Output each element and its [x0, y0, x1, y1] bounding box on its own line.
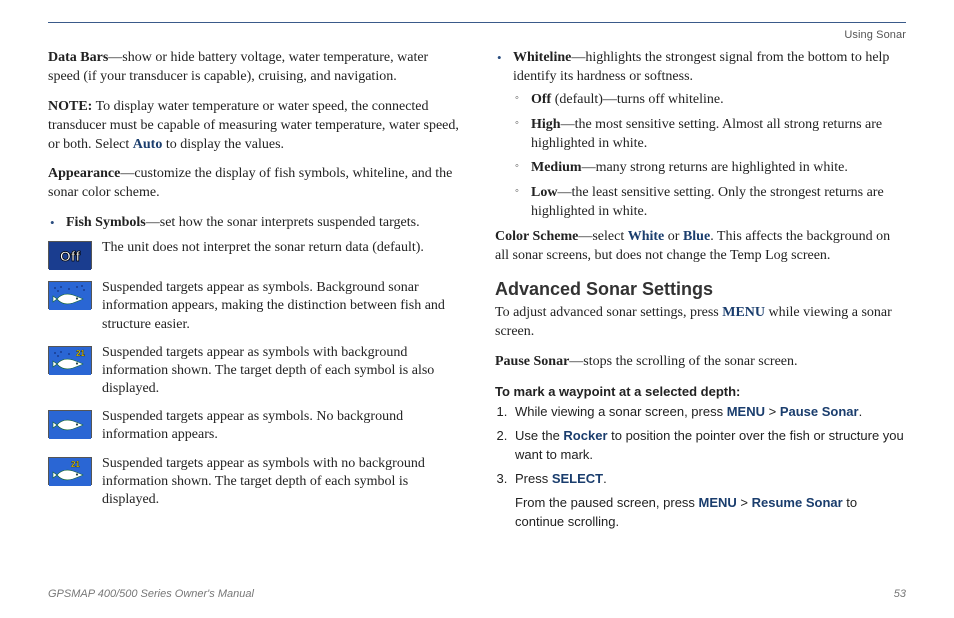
wl-medium-label: Medium	[531, 160, 582, 175]
page-footer: GPSMAP 400/500 Series Owner's Manual 53	[48, 588, 906, 600]
running-header: Using Sonar	[48, 29, 906, 41]
s1-post: .	[859, 404, 863, 419]
wl-medium-tail: —many strong returns are highlighted in …	[582, 160, 848, 175]
fish-symbol-table: Off The unit does not interpret the sona…	[48, 239, 459, 509]
fish-text-off: The unit does not interpret the sonar re…	[102, 239, 459, 257]
adv-pre: To adjust advanced sonar settings, press	[495, 305, 722, 320]
svg-text:21: 21	[76, 349, 85, 358]
svg-text:Off: Off	[60, 248, 81, 264]
s1-menu: MENU	[727, 404, 765, 419]
steps-list: While viewing a sonar screen, press MENU…	[511, 403, 906, 488]
resume-gt: >	[737, 495, 752, 510]
fish-icon-symbol-bg	[48, 281, 92, 309]
wl-off-label: Off	[531, 92, 551, 107]
resume-label: Resume Sonar	[752, 495, 843, 510]
fish-row-symbol-only: Suspended targets appear as symbols. No …	[48, 408, 459, 444]
advanced-settings-heading: Advanced Sonar Settings	[495, 277, 906, 301]
resume-note: From the paused screen, press MENU > Res…	[515, 494, 906, 532]
fish-symbols-item: Fish Symbols—set how the sonar interpret…	[48, 214, 459, 233]
column-left: Data Bars—show or hide battery voltage, …	[48, 49, 459, 549]
fish-row-symbol-bg: Suspended targets appear as symbols. Bac…	[48, 279, 459, 334]
resume-menu: MENU	[699, 495, 737, 510]
whiteline-label: Whiteline	[513, 50, 571, 65]
s2-rocker: Rocker	[563, 428, 607, 443]
note-paragraph: NOTE: To display water temperature or wa…	[48, 98, 459, 155]
whiteline-options: Off (default)—turns off whiteline. High—…	[513, 91, 906, 222]
s2-pre: Use the	[515, 428, 563, 443]
step-1: While viewing a sonar screen, press MENU…	[511, 403, 906, 422]
fish-text-symbol-bg: Suspended targets appear as symbols. Bac…	[102, 279, 459, 334]
fish-row-symbol-depth: 21 Suspended targets appear as symbols w…	[48, 455, 459, 510]
svg-text:21: 21	[71, 460, 80, 469]
step-3: Press SELECT.	[511, 470, 906, 489]
data-bars-paragraph: Data Bars—show or hide battery voltage, …	[48, 49, 459, 87]
s1-gt: >	[765, 404, 780, 419]
color-scheme-pre: —select	[578, 229, 627, 244]
whiteline-medium: Medium—many strong returns are highlight…	[513, 159, 906, 178]
whiteline-high: High—the most sensitive setting. Almost …	[513, 116, 906, 154]
wl-high-label: High	[531, 117, 561, 132]
color-scheme-label: Color Scheme	[495, 229, 578, 244]
whiteline-low: Low—the least sensitive setting. Only th…	[513, 184, 906, 222]
color-scheme-paragraph: Color Scheme—select White or Blue. This …	[495, 228, 906, 266]
manual-title: GPSMAP 400/500 Series Owner's Manual	[48, 588, 254, 600]
wl-high-tail: —the most sensitive setting. Almost all …	[531, 117, 882, 151]
whiteline-item: Whiteline—highlights the strongest signa…	[495, 49, 906, 222]
two-column-layout: Data Bars—show or hide battery voltage, …	[48, 49, 906, 549]
appearance-label: Appearance	[48, 166, 120, 181]
data-bars-label: Data Bars	[48, 50, 108, 65]
fish-text-symbol-only: Suspended targets appear as symbols. No …	[102, 408, 459, 444]
fish-icon-off: Off	[48, 241, 92, 269]
wl-low-tail: —the least sensitive setting. Only the s…	[531, 185, 884, 219]
note-tail: to display the values.	[162, 137, 284, 152]
column-right: Whiteline—highlights the strongest signa…	[495, 49, 906, 549]
fish-icon-symbol-depth: 21	[48, 457, 92, 485]
fish-row-symbol-bg-depth: 21 Suspended targets appear as symbols w…	[48, 344, 459, 399]
fish-symbols-text: —set how the sonar interprets suspended …	[146, 215, 420, 230]
color-blue: Blue	[683, 229, 710, 244]
whiteline-off: Off (default)—turns off whiteline.	[513, 91, 906, 110]
page-number: 53	[894, 588, 906, 600]
s1-pre: While viewing a sonar screen, press	[515, 404, 727, 419]
whiteline-bullet: Whiteline—highlights the strongest signa…	[495, 49, 906, 222]
adv-menu: MENU	[722, 305, 765, 320]
fish-text-symbol-depth: Suspended targets appear as symbols with…	[102, 455, 459, 510]
fish-symbols-label: Fish Symbols	[66, 215, 146, 230]
s3-select: SELECT	[552, 471, 603, 486]
pause-sonar-text: —stops the scrolling of the sonar screen…	[569, 354, 797, 369]
fish-text-symbol-bg-depth: Suspended targets appear as symbols with…	[102, 344, 459, 399]
step-2: Use the Rocker to position the pointer o…	[511, 427, 906, 465]
pause-sonar-label: Pause Sonar	[495, 354, 569, 369]
header-rule	[48, 22, 906, 23]
s3-pre: Press	[515, 471, 552, 486]
note-label: NOTE:	[48, 99, 92, 114]
auto-keyword: Auto	[133, 137, 163, 152]
fish-icon-symbol-only	[48, 410, 92, 438]
manual-page: Using Sonar Data Bars—show or hide batte…	[0, 0, 954, 618]
advanced-text: To adjust advanced sonar settings, press…	[495, 304, 906, 342]
s3-post: .	[603, 471, 607, 486]
wl-off-tail: (default)—turns off whiteline.	[551, 92, 723, 107]
mark-waypoint-subhead: To mark a waypoint at a selected depth:	[495, 383, 906, 401]
fish-row-off: Off The unit does not interpret the sona…	[48, 239, 459, 269]
color-white: White	[628, 229, 665, 244]
s1-pause: Pause Sonar	[780, 404, 859, 419]
appearance-paragraph: Appearance—customize the display of fish…	[48, 165, 459, 203]
pause-sonar-paragraph: Pause Sonar—stops the scrolling of the s…	[495, 353, 906, 372]
fish-icon-symbol-bg-depth: 21	[48, 346, 92, 374]
resume-pre: From the paused screen, press	[515, 495, 699, 510]
color-or: or	[664, 229, 683, 244]
fish-symbols-bullet: Fish Symbols—set how the sonar interpret…	[48, 214, 459, 233]
wl-low-label: Low	[531, 185, 557, 200]
